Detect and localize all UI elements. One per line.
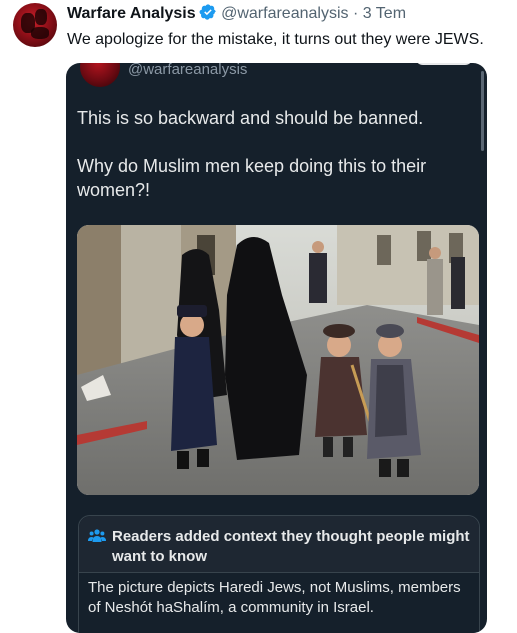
author-avatar[interactable]	[13, 3, 57, 47]
community-note-body: The picture depicts Haredi Jews, not Mus…	[88, 579, 461, 616]
people-group-icon	[88, 528, 106, 549]
quoted-paragraph-2: Why do Muslim men keep doing this to the…	[77, 156, 427, 200]
tweet-header: Warfare Analysis @warfareanalysis · 3 Te…	[67, 3, 406, 27]
community-note-title: Readers added context they thought peopl…	[112, 528, 470, 565]
quoted-tweet[interactable]: @warfareanalysis This is so backward and…	[66, 63, 487, 633]
community-note[interactable]: Readers added context they thought peopl…	[78, 515, 480, 633]
separator-dot: ·	[352, 5, 359, 22]
tweet-text: We apologize for the mistake, it turns o…	[67, 31, 484, 48]
quoted-photo[interactable]	[77, 225, 479, 495]
quoted-scrollbar[interactable]	[481, 71, 484, 151]
quoted-author-handle: @warfareanalysis	[128, 63, 248, 78]
community-note-header: Readers added context they thought peopl…	[79, 516, 479, 573]
quoted-tweet-text: This is so backward and should be banned…	[77, 106, 472, 202]
tweet-timestamp[interactable]: 3 Tem	[363, 5, 406, 22]
quoted-follow-pill	[415, 63, 473, 65]
verified-badge-icon	[199, 3, 217, 27]
quoted-paragraph-1: This is so backward and should be banned…	[77, 108, 424, 128]
quoted-author-avatar	[80, 63, 120, 87]
author-name[interactable]: Warfare Analysis	[67, 5, 196, 22]
author-handle[interactable]: @warfareanalysis	[221, 5, 348, 22]
